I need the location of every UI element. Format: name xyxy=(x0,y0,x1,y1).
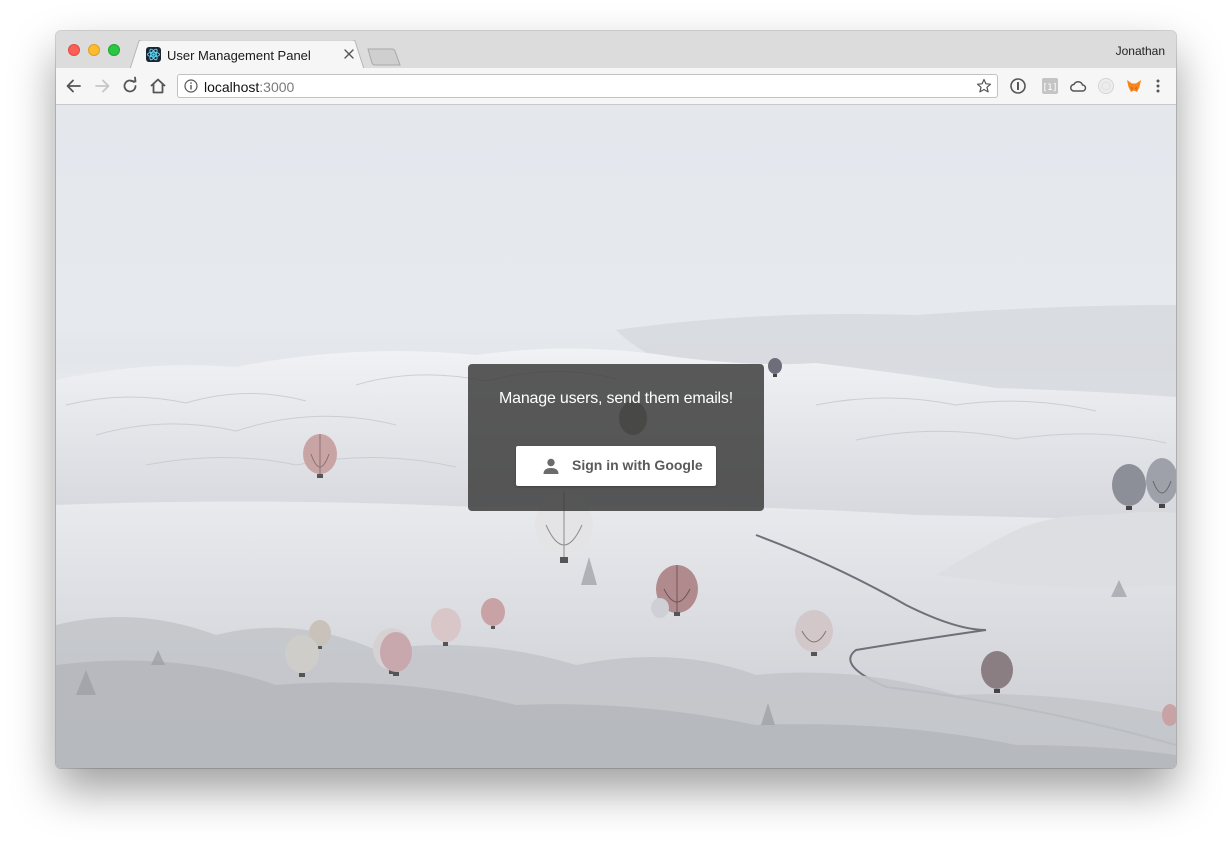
person-icon xyxy=(542,457,560,475)
onepassword-icon[interactable] xyxy=(1009,77,1027,95)
star-icon[interactable] xyxy=(976,78,992,94)
url-port: :3000 xyxy=(259,79,295,95)
browser-toolbar: localhost:3000 [1] xyxy=(56,68,1176,105)
profile-name[interactable]: Jonathan xyxy=(1116,44,1165,58)
page-content: Manage users, send them emails! Sign in … xyxy=(56,105,1176,768)
menu-icon[interactable] xyxy=(1149,77,1167,95)
extension-circle-icon[interactable] xyxy=(1097,77,1115,95)
sign-in-with-google-button[interactable]: Sign in with Google xyxy=(516,446,716,486)
window-minimize-button[interactable] xyxy=(88,44,100,56)
reload-icon[interactable] xyxy=(120,76,140,96)
address-bar[interactable]: localhost:3000 xyxy=(177,74,998,98)
hot-air-balloon xyxy=(651,598,669,618)
window-close-button[interactable] xyxy=(68,44,80,56)
tab-strip: User Management Panel Jonathan xyxy=(56,31,1176,69)
window-maximize-button[interactable] xyxy=(108,44,120,56)
tab-close-icon[interactable] xyxy=(342,47,356,61)
extension-icon[interactable]: [1] xyxy=(1041,77,1059,95)
home-icon[interactable] xyxy=(148,76,168,96)
info-icon[interactable] xyxy=(184,79,198,93)
url-host: localhost xyxy=(204,79,260,95)
cloud-icon[interactable] xyxy=(1069,77,1087,95)
metamask-fox-icon[interactable] xyxy=(1125,77,1143,95)
back-icon[interactable] xyxy=(64,76,84,96)
signin-card: Manage users, send them emails! Sign in … xyxy=(468,364,764,511)
url-text: localhost:3000 xyxy=(204,79,294,95)
forward-icon[interactable] xyxy=(92,76,112,96)
tab-title: User Management Panel xyxy=(167,48,311,63)
react-icon xyxy=(146,47,161,62)
svg-text:[1]: [1] xyxy=(1044,83,1057,93)
browser-window: User Management Panel Jonathan localhost… xyxy=(56,31,1176,768)
tagline: Manage users, send them emails! xyxy=(499,390,733,407)
tab-user-management-panel[interactable]: User Management Panel xyxy=(130,40,366,69)
sign-in-label: Sign in with Google xyxy=(572,457,703,473)
